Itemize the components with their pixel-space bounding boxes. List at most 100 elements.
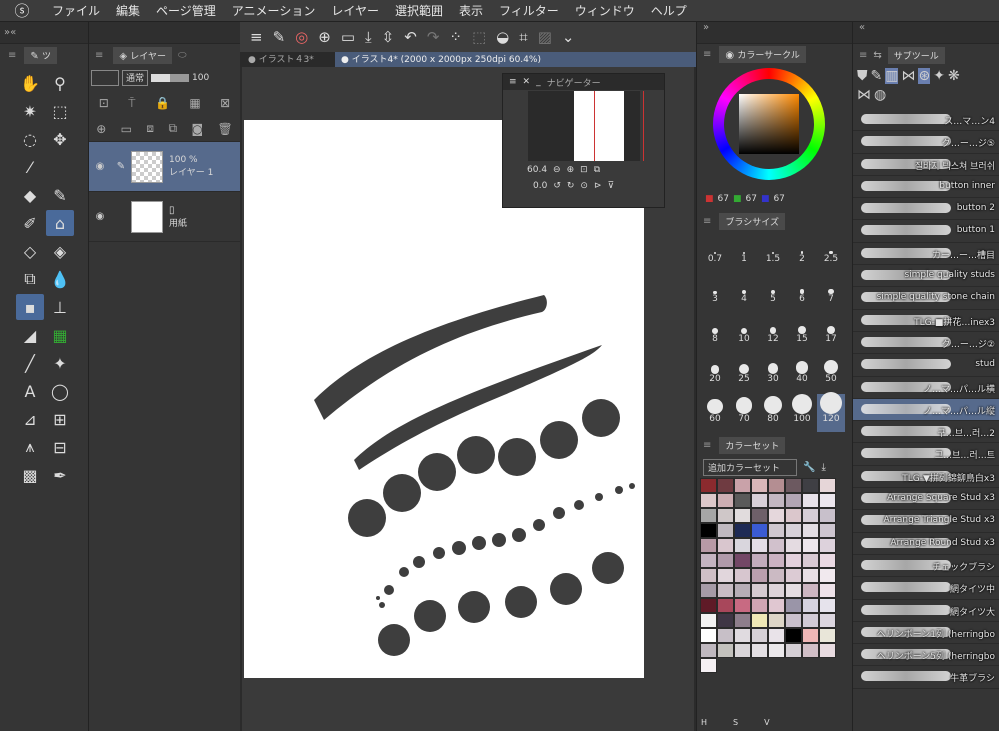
zoom-out-icon[interactable]: ⊖ xyxy=(553,165,561,175)
color-swatch[interactable] xyxy=(734,643,751,658)
brush-size-cell[interactable]: 70 xyxy=(730,394,758,432)
trash-icon[interactable]: 🗑 xyxy=(218,122,233,136)
color-swatch[interactable] xyxy=(700,538,717,553)
color-swatch[interactable] xyxy=(768,643,785,658)
brush-item[interactable]: button 2 xyxy=(853,198,999,221)
color-swatch[interactable] xyxy=(717,583,734,598)
brush-size-cell[interactable]: 100 xyxy=(788,394,816,432)
color-swatch[interactable] xyxy=(819,538,836,553)
chevron-down-icon[interactable]: ⌄ xyxy=(562,28,575,46)
pattern-icon[interactable]: ▨ xyxy=(538,28,552,46)
brush-size-cell[interactable]: 12 xyxy=(759,314,787,352)
crop-icon[interactable]: ⌗ xyxy=(519,28,527,46)
color-swatch[interactable] xyxy=(785,568,802,583)
color-swatch[interactable] xyxy=(717,553,734,568)
color-swatch[interactable] xyxy=(802,643,819,658)
eraser-icon[interactable]: ◆ xyxy=(16,182,44,208)
decoration-icon[interactable]: ⌂ xyxy=(46,210,74,236)
color-swatch[interactable] xyxy=(717,478,734,493)
lock-icon[interactable]: 🔒 xyxy=(155,96,170,110)
rotate-left-icon[interactable]: ↺ xyxy=(553,181,561,191)
brush-item[interactable]: simple quality stone chain xyxy=(853,287,999,310)
layer-shape-icon[interactable]: ⊟ xyxy=(46,434,74,460)
brush-item[interactable]: Arrange Triangle Stud x3 xyxy=(853,510,999,533)
color-swatch[interactable] xyxy=(734,628,751,643)
line-icon[interactable]: ╱ xyxy=(16,350,44,376)
redo-icon[interactable]: ↷ xyxy=(427,28,440,46)
gradient-icon[interactable]: ▩ xyxy=(16,462,44,488)
eyedropper-icon[interactable]: ⁄ xyxy=(16,154,44,180)
color-swatch[interactable] xyxy=(819,523,836,538)
brush-size-cell[interactable]: 4 xyxy=(730,274,758,312)
color-swatch[interactable] xyxy=(751,478,768,493)
color-swatch[interactable] xyxy=(819,583,836,598)
actual-size-icon[interactable]: ⧉ xyxy=(594,165,600,175)
combine-icon[interactable]: ⧉ xyxy=(168,121,177,136)
color-swatch[interactable] xyxy=(700,508,717,523)
menu-page[interactable]: ページ管理 xyxy=(148,2,224,19)
transfer-icon[interactable]: ⧈ xyxy=(146,121,154,136)
color-swatch[interactable] xyxy=(819,643,836,658)
color-swatch[interactable] xyxy=(819,568,836,583)
brush-item[interactable]: 그…브…러…트 xyxy=(853,443,999,466)
brush-size-cell[interactable]: 50 xyxy=(817,354,845,392)
color-swatch[interactable] xyxy=(751,628,768,643)
layer-tab[interactable]: ◈ レイヤー xyxy=(113,46,173,64)
panel-menu-icon[interactable]: ≡ xyxy=(8,50,16,61)
color-swatch[interactable] xyxy=(802,478,819,493)
brush-item[interactable]: カー…ー…槽目 xyxy=(853,243,999,266)
brush-size-cell[interactable]: 2 xyxy=(788,234,816,272)
brush-item[interactable]: TLG-■拼花…inex3 xyxy=(853,310,999,332)
brush-size-cell[interactable]: 1 xyxy=(730,234,758,272)
text-icon[interactable]: A xyxy=(16,378,44,404)
brush-size-cell[interactable]: 6 xyxy=(788,274,816,312)
color-swatch[interactable] xyxy=(768,628,785,643)
color-swatch[interactable] xyxy=(785,628,802,643)
brush-size-cell[interactable]: 2.5 xyxy=(817,234,845,272)
fit-icon[interactable]: ⊡ xyxy=(580,165,588,175)
color-circle-tab[interactable]: ◉ カラーサークル xyxy=(719,45,806,63)
stripe-group-icon[interactable]: ▥ xyxy=(885,68,899,84)
brush-size-cell[interactable]: 25 xyxy=(730,354,758,392)
color-swatch[interactable] xyxy=(768,583,785,598)
mask-layer-icon[interactable]: ◙ xyxy=(191,122,203,136)
color-swatch[interactable] xyxy=(819,613,836,628)
brush-size-cell[interactable]: 1.5 xyxy=(759,234,787,272)
color-swatch[interactable] xyxy=(717,508,734,523)
ribbon-group-icon[interactable]: ⋈ xyxy=(901,68,915,84)
bow-group-icon[interactable]: ⋈ xyxy=(857,87,871,103)
brush-size-cell[interactable]: 120 xyxy=(817,392,845,432)
leopard-group-icon[interactable]: ◍ xyxy=(874,87,886,103)
color-swatch[interactable] xyxy=(802,493,819,508)
color-swatch[interactable] xyxy=(700,568,717,583)
brush-item[interactable]: 網タイツ中 xyxy=(853,577,999,600)
panel-menu-icon[interactable]: ≡ xyxy=(859,50,867,61)
saturation-value-square[interactable] xyxy=(739,94,799,154)
blend-mode-select[interactable]: 通常 xyxy=(122,70,149,86)
color-swatch[interactable] xyxy=(785,643,802,658)
brush-item[interactable]: 牛革ブラシ xyxy=(853,666,999,689)
layer-name[interactable]: 用紙 xyxy=(169,216,187,229)
blend-icon[interactable]: 💧 xyxy=(46,266,74,292)
color-swatch[interactable] xyxy=(751,613,768,628)
menu-layer[interactable]: レイヤー xyxy=(323,2,387,19)
brush-item[interactable]: Arrange Square Stud x3 xyxy=(853,488,999,511)
color-swatch[interactable] xyxy=(785,598,802,613)
color-swatch[interactable] xyxy=(785,613,802,628)
menu-file[interactable]: ファイル xyxy=(44,2,108,19)
color-swatch[interactable] xyxy=(734,553,751,568)
color-swatch[interactable] xyxy=(751,583,768,598)
color-swatch[interactable] xyxy=(768,538,785,553)
color-swatch[interactable] xyxy=(802,598,819,613)
wrench-icon[interactable]: 🔧 xyxy=(803,462,815,473)
color-set-tab[interactable]: カラーセット xyxy=(719,436,786,454)
color-swatch[interactable] xyxy=(717,523,734,538)
brush-size-cell[interactable]: 15 xyxy=(788,314,816,352)
brush-item[interactable]: 網タイツ大 xyxy=(853,600,999,622)
color-swatch[interactable] xyxy=(717,613,734,628)
new-raster-layer-icon[interactable]: ⊕ xyxy=(96,122,106,136)
brush-size-cell[interactable]: 17 xyxy=(817,314,845,352)
color-swatch[interactable] xyxy=(717,538,734,553)
layer-name[interactable]: レイヤー 1 xyxy=(169,165,213,178)
subtool-tab[interactable]: サブツール xyxy=(887,46,945,64)
